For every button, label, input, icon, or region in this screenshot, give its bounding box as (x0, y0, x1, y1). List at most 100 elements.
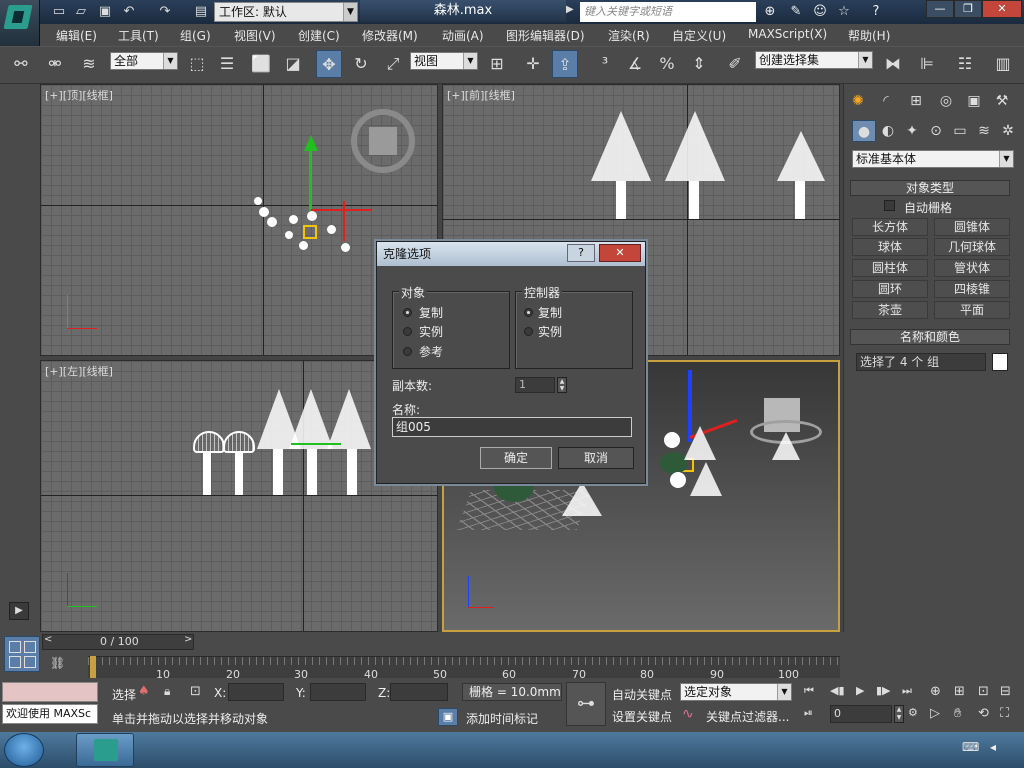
auto-key-button[interactable]: 自动关键点 (612, 686, 672, 703)
autogrid-checkbox[interactable] (884, 200, 895, 211)
prev-frame-icon[interactable]: < (44, 634, 56, 650)
spinner-snap-icon[interactable]: ⇕ (686, 50, 712, 78)
name-color-rollout[interactable]: 名称和颜色 (850, 329, 1010, 345)
close-window-button[interactable]: ✕ (982, 0, 1022, 18)
next-key-icon[interactable]: ▮▶ (876, 684, 896, 700)
viewport-label[interactable]: [+][前][线框] (447, 87, 515, 103)
expand-arrow-icon[interactable]: ▶ (9, 602, 29, 620)
project-folder-icon[interactable]: ▤ (192, 3, 210, 21)
copies-spinner[interactable]: 1 (515, 377, 555, 393)
play-arrow-icon[interactable]: ▶ (566, 4, 574, 15)
minimize-button[interactable]: — (926, 0, 954, 18)
tube-button[interactable]: 管状体 (934, 259, 1010, 277)
menu-customize[interactable]: 自定义(U) (672, 27, 726, 44)
save-icon[interactable]: ▣ (96, 3, 114, 21)
cancel-button[interactable]: 取消 (558, 447, 634, 469)
reference-coordinate-dropdown[interactable]: 视图 ▼ (410, 52, 478, 70)
link-icon[interactable]: ⚯ (8, 50, 34, 78)
modify-tab-icon[interactable]: ◜ (874, 90, 898, 112)
zoom-all-icon[interactable]: ⊞ (954, 684, 972, 700)
redo-icon[interactable]: ↷ (156, 3, 174, 21)
zoom-icon[interactable]: ⊕ (930, 684, 948, 700)
menu-animation[interactable]: 动画(A) (442, 27, 484, 44)
selection-filter-dropdown[interactable]: 全部 ▼ (110, 52, 178, 70)
object-instance-radio[interactable] (403, 327, 412, 336)
help-icon[interactable]: ? (866, 3, 886, 21)
menu-graph-editors[interactable]: 图形编辑器(D) (506, 27, 585, 44)
cone-button[interactable]: 圆锥体 (934, 218, 1010, 236)
spinner-arrows-icon[interactable]: ▲ ▼ (894, 705, 904, 723)
shapes-icon[interactable]: ◐ (876, 120, 900, 142)
set-key-icon[interactable]: ⊶ (566, 682, 606, 726)
controller-copy-radio[interactable] (524, 308, 533, 317)
keyboard-shortcut-toggle-icon[interactable]: ⇪ (552, 50, 578, 78)
application-button[interactable] (0, 0, 40, 46)
absolute-mode-icon[interactable]: ⊡ (190, 684, 208, 700)
key-mode-dropdown[interactable]: 选定对象 ▼ (680, 683, 792, 701)
set-key-button[interactable]: 设置关键点 (612, 708, 672, 725)
tools-icon[interactable]: ✎ (786, 3, 806, 21)
tree-cone[interactable] (327, 389, 371, 449)
favorites-star-icon[interactable]: ☆ (834, 3, 854, 21)
current-frame-field[interactable]: 0 (830, 705, 892, 723)
select-manipulate-icon[interactable]: ✛ (520, 50, 546, 78)
gizmo-x-axis[interactable] (311, 209, 371, 211)
menu-group[interactable]: 组(G) (180, 27, 211, 44)
rect-selection-region-icon[interactable]: ⬜ (248, 50, 274, 78)
snaps-toggle-icon[interactable]: ³ (592, 50, 618, 78)
restore-button[interactable]: ❐ (954, 0, 982, 18)
sphere-button[interactable]: 球体 (852, 238, 928, 256)
bind-spacewarp-icon[interactable]: ≋ (76, 50, 102, 78)
edit-named-selection-icon[interactable]: ✐ (722, 50, 748, 78)
spacewarps-icon[interactable]: ≋ (972, 120, 996, 142)
menu-create[interactable]: 创建(C) (298, 27, 340, 44)
geometry-icon[interactable]: ● (852, 120, 876, 142)
time-marker[interactable] (90, 656, 96, 678)
user-icon[interactable]: ☺ (810, 3, 830, 21)
goto-start-icon[interactable]: ⏮ (804, 684, 824, 700)
unlink-icon[interactable]: ⚮ (42, 50, 68, 78)
y-coordinate-field[interactable] (310, 683, 366, 701)
add-time-tag-label[interactable]: 添加时间标记 (466, 710, 538, 727)
tree-cone[interactable] (562, 482, 602, 516)
goto-end-icon[interactable]: ⏭ (902, 684, 922, 700)
menu-help[interactable]: 帮助(H) (848, 27, 890, 44)
timeline-ruler[interactable] (88, 656, 840, 678)
maxscript-listener[interactable] (2, 682, 98, 702)
cameras-icon[interactable]: ⊙ (924, 120, 948, 142)
tree-cone[interactable] (690, 462, 722, 496)
gizmo-plane-handle[interactable] (303, 225, 317, 239)
volume-icon[interactable]: ◂ (990, 740, 1008, 756)
menu-edit[interactable]: 编辑(E) (56, 27, 97, 44)
window-crossing-icon[interactable]: ◪ (280, 50, 306, 78)
angle-snap-icon[interactable]: ∡ (622, 50, 648, 78)
select-and-scale-icon[interactable]: ⤢ (380, 50, 406, 78)
select-by-name-icon[interactable]: ☰ (214, 50, 240, 78)
helpers-icon[interactable]: ▭ (948, 120, 972, 142)
pan-hand-icon[interactable]: ✋︎ (954, 706, 972, 722)
new-file-icon[interactable]: ▭ (50, 3, 68, 21)
start-button[interactable] (4, 733, 44, 767)
key-mode-toggle-icon[interactable]: ⏯ (804, 706, 824, 722)
object-reference-radio[interactable] (403, 347, 412, 356)
torus-button[interactable]: 圆环 (852, 280, 928, 298)
percent-snap-icon[interactable]: % (654, 50, 680, 78)
layer-manager-icon[interactable]: ☷ (952, 50, 978, 78)
open-file-icon[interactable]: ▱ (72, 3, 90, 21)
viewport-label[interactable]: [+][顶][线框] (45, 87, 113, 103)
named-selection-dropdown[interactable]: 创建选择集 ▼ (755, 51, 873, 69)
teapot-button[interactable]: 茶壶 (852, 301, 928, 319)
keyboard-icon[interactable]: ⌨ (962, 740, 980, 756)
menu-modifiers[interactable]: 修改器(M) (362, 27, 418, 44)
gizmo-axis[interactable] (291, 443, 341, 445)
select-and-move-icon[interactable]: ✥ (316, 50, 342, 78)
mushroom-cap[interactable] (670, 472, 686, 488)
next-frame-icon[interactable]: > (184, 634, 196, 650)
time-config-icon[interactable]: ⚙ (908, 706, 926, 722)
time-tag-icon[interactable]: ▣ (438, 708, 458, 726)
clone-name-input[interactable]: 组005 (392, 417, 632, 437)
viewport-label[interactable]: [+][左][线框] (45, 363, 113, 379)
binoculars-icon[interactable]: ⊕ (760, 3, 780, 21)
tree-cone[interactable] (772, 432, 800, 460)
maximize-viewport-icon[interactable]: ⛶ (1000, 706, 1018, 722)
